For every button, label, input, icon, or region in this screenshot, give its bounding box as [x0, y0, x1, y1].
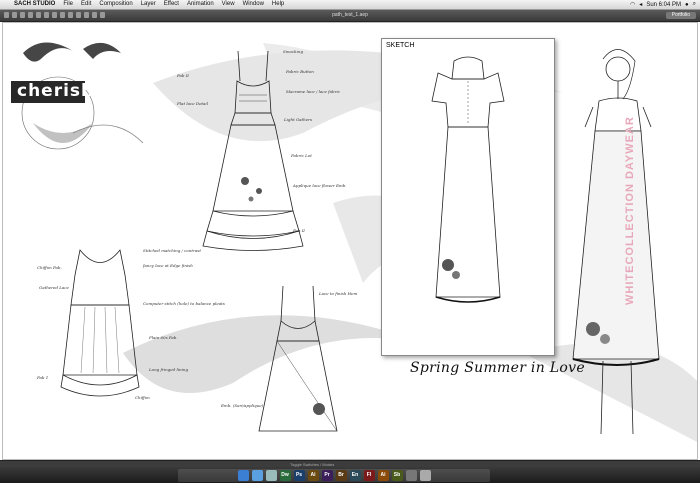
dock-app-fl[interactable]: Fl [363, 470, 375, 481]
spotlight-search-icon[interactable]: ⌕ [693, 1, 696, 8]
note-emb-sari: Emb. (Sari/applique) [221, 403, 264, 408]
sketch-dress-drawing [431, 56, 505, 303]
wifi-icon[interactable]: ◠ [630, 1, 635, 8]
note-fancy-lace: fancy lace at Edge finish [143, 263, 193, 268]
mail-icon[interactable] [265, 470, 277, 481]
dock: Dw Ps Ai Pr Br En Fl Ai Sb [0, 467, 700, 483]
app-menu[interactable]: SACH STUDIO [10, 0, 59, 9]
dock-app-pr[interactable]: Pr [321, 470, 333, 481]
menu-effect[interactable]: Effect [160, 0, 183, 9]
model-illustration [572, 49, 660, 435]
sketch-panel[interactable]: SKETCH [381, 38, 555, 356]
note-computer-stitch: Computer stitch (hole) to balance pleats [143, 301, 225, 306]
menu-bar: SACH STUDIO File Edit Composition Layer … [0, 0, 700, 10]
note-long-fringed: Long fringed lining [149, 367, 189, 372]
dock-app-ps[interactable]: Ps [293, 470, 305, 481]
dock-app-en[interactable]: En [349, 470, 361, 481]
dock-app-dw[interactable]: Dw [279, 470, 291, 481]
dock-app-ai[interactable]: Ai [307, 470, 319, 481]
collection-tagline: Spring Summer in Love [410, 360, 585, 376]
dock-app-ai2[interactable]: Ai [377, 470, 389, 481]
note-lace-hem: Lace to finish Hem [319, 291, 358, 296]
finder-icon[interactable] [237, 470, 249, 481]
note-plain-fab: Plain 60s Fab. [149, 335, 178, 340]
dress-sketch-middle [258, 285, 338, 432]
menu-window[interactable]: Window [239, 0, 268, 9]
menu-file[interactable]: File [59, 0, 77, 9]
clock[interactable]: Sun 6:04 PM [646, 2, 681, 8]
note-fab-ii-top: Fab II [177, 73, 189, 78]
menu-extras: ◠ ◂ Sun 6:04 PM ● ⌕ [630, 1, 700, 8]
note-chiffon: Chiffon [135, 395, 150, 400]
dock-shelf: Dw Ps Ai Pr Br En Fl Ai Sb [178, 469, 490, 482]
menu-edit[interactable]: Edit [77, 0, 95, 9]
note-gathered-lace: Gathered Lace [39, 285, 69, 290]
menu-animation[interactable]: Animation [183, 0, 218, 9]
note-fab-ii-bottom: Fab II [293, 228, 305, 233]
note-applique: Applique lace flower Emb. [293, 183, 347, 188]
note-flat-lace: Flat lace Detail [177, 101, 208, 106]
note-fabric-lot: Fabric Lot [291, 153, 312, 158]
trash-icon[interactable] [419, 470, 431, 481]
note-smocking: Smocking [283, 49, 304, 54]
menu-view[interactable]: View [218, 0, 239, 9]
safari-icon[interactable] [251, 470, 263, 481]
volume-icon[interactable]: ◂ [639, 1, 642, 8]
composition-canvas[interactable]: cherish Smocking Fabric Button Macrame l… [2, 22, 698, 460]
document-title: path_test_1.aep [332, 12, 368, 18]
user-icon[interactable]: ● [685, 2, 689, 8]
menu-layer[interactable]: Layer [137, 0, 160, 9]
note-chiffon-fab: Chiffon Fab. [37, 265, 62, 270]
dock-app-sb[interactable]: Sb [391, 470, 403, 481]
vertical-brand-text: WHITECOLLECTION DAYWEAR [624, 116, 636, 305]
note-stitched: Stitched matching / contrast [143, 248, 201, 253]
cherish-logo: cherish [17, 81, 95, 101]
menu-help[interactable]: Help [268, 0, 288, 9]
note-fabric-button: Fabric Button [286, 69, 314, 74]
workspace-selector[interactable]: Portfolio [665, 12, 696, 19]
note-light-gathers: Light Gathers [284, 117, 313, 122]
app-toolbar: path_test_1.aep Portfolio [0, 10, 700, 22]
dock-app-br[interactable]: Br [335, 470, 347, 481]
note-fab-1: Fab 1 [37, 375, 49, 380]
dress-sketch-left [60, 249, 140, 397]
menu-composition[interactable]: Composition [95, 0, 136, 9]
system-preferences-icon[interactable] [405, 470, 417, 481]
note-macrame-lace: Macrame lace / lace fabric [286, 89, 341, 94]
